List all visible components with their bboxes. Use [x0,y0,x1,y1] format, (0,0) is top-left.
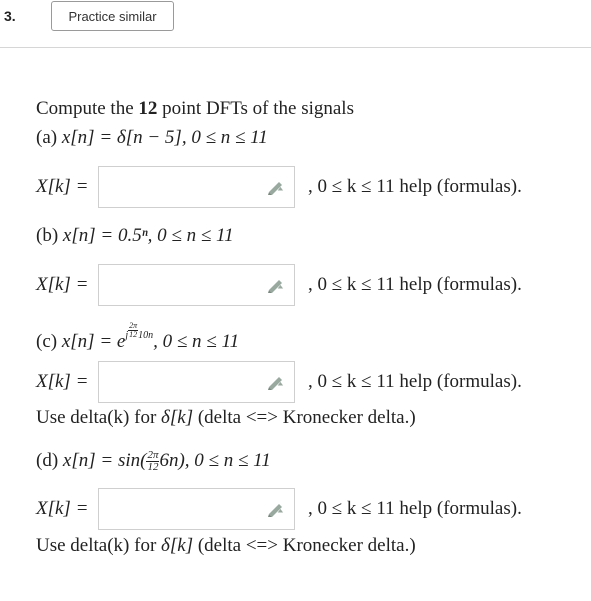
part-c-range: , 0 ≤ k ≤ 11 [308,371,395,392]
part-d-help-link[interactable]: help (formulas) [399,498,517,519]
part-c-exponent-term: 10n [138,330,154,341]
part-b-help-end: . [517,274,522,295]
part-a-answer-lhs: X[k] = [36,176,89,197]
part-c-signal: x[n] = e [61,331,126,352]
prompt-intro-text: Compute the [36,98,139,119]
note-text: Use delta(k) for [36,535,162,556]
part-d-answer-lhs: X[k] = [36,498,89,519]
practice-similar-button[interactable]: Practice similar [51,1,174,31]
pencil-icon[interactable] [266,501,286,517]
part-d-statement: (d) x[n] = sin(2π 12 6n), 0 ≤ n ≤ 11 [36,450,271,473]
part-c-answer-row: X[k] = , 0 ≤ k ≤ 11 help (formulas). [36,361,576,405]
part-a-help-link[interactable]: help (formulas) [399,176,517,197]
note-text-end: (delta <=> Kronecker delta.) [193,407,416,428]
part-d-help-end: . [517,498,522,519]
part-d-fraction-denominator: 12 [147,461,159,474]
part-b-range: , 0 ≤ k ≤ 11 [308,274,395,295]
part-c-help-link[interactable]: help (formulas) [399,371,517,392]
prompt-intro-text-end: point DFTs of the signals [157,98,354,119]
pencil-icon[interactable] [266,374,286,390]
part-d-signal: x[n] = sin( [62,450,147,471]
part-b-answer-row: X[k] = , 0 ≤ k ≤ 11 help (formulas). [36,264,576,308]
part-d-answer-row: X[k] = , 0 ≤ k ≤ 11 help (formulas). [36,488,576,532]
part-c-signal-range: , 0 ≤ n ≤ 11 [153,331,240,352]
part-d-signal-rest: 6n), 0 ≤ n ≤ 11 [159,450,271,471]
prompt-point-count: 12 [138,98,158,119]
part-c-help-end: . [517,371,522,392]
note-text-end: (delta <=> Kronecker delta.) [193,535,416,556]
part-c-exponent-fraction: 2π 12 [128,322,139,339]
pencil-icon[interactable] [266,179,286,195]
part-a-statement: (a) x[n] = δ[n − 5], 0 ≤ n ≤ 11 [36,127,268,149]
part-c-statement: (c) x[n] = ej 2π 12 10n, 0 ≤ n ≤ 11 [36,322,239,353]
divider [0,47,591,48]
part-a-help-end: . [517,176,522,197]
pencil-icon[interactable] [266,277,286,293]
prompt-intro: Compute the 12 point DFTs of the signals [36,98,354,120]
part-b-label: (b) [36,225,59,246]
part-d-fraction: 2π 12 [146,450,160,474]
part-c-label: (c) [36,331,58,352]
part-c-answer-lhs: X[k] = [36,371,89,392]
part-a-label: (a) [36,127,58,148]
part-b-answer-lhs: X[k] = [36,274,89,295]
part-a-signal: x[n] = δ[n − 5], 0 ≤ n ≤ 11 [61,127,268,148]
part-a-range: , 0 ≤ k ≤ 11 [308,176,395,197]
part-d-note: Use delta(k) for δ[k] (delta <=> Kroneck… [36,535,416,557]
part-b-statement: (b) x[n] = 0.5ⁿ, 0 ≤ n ≤ 11 [36,225,234,247]
note-text: Use delta(k) for [36,407,162,428]
part-d-label: (d) [36,450,59,471]
part-d-range: , 0 ≤ k ≤ 11 [308,498,395,519]
note-symbol: δ[k] [161,407,194,428]
part-a-answer-row: X[k] = , 0 ≤ k ≤ 11 help (formulas). [36,166,576,210]
part-c-exponent-denominator: 12 [129,330,138,339]
part-c-note: Use delta(k) for δ[k] (delta <=> Kroneck… [36,407,416,429]
note-symbol: δ[k] [161,535,194,556]
part-b-help-link[interactable]: help (formulas) [399,274,517,295]
part-b-signal: x[n] = 0.5ⁿ, 0 ≤ n ≤ 11 [62,225,234,246]
question-number: 3. [4,8,16,24]
